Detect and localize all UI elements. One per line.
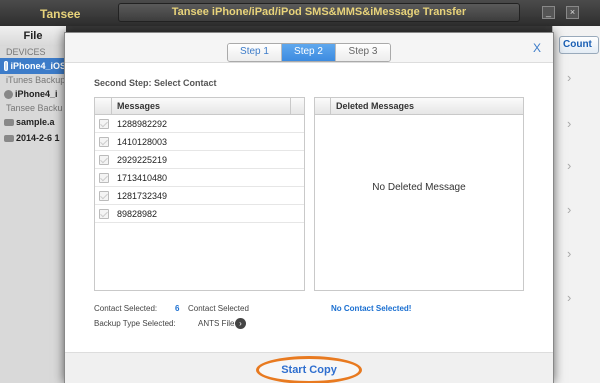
tansee-heading: Tansee Backu	[6, 103, 63, 113]
list-item[interactable]: 1713410480	[95, 169, 304, 187]
sidebar-item-itunes[interactable]: iPhone4_i	[0, 86, 66, 102]
empty-state-text: No Deleted Message	[372, 182, 466, 193]
contact-number: 89828982	[117, 208, 158, 219]
tab-step-3[interactable]: Step 3	[336, 44, 390, 61]
sidebar-item-device[interactable]: iPhone4_iOS	[0, 58, 66, 74]
contact-selected-suffix: Contact Selected	[188, 304, 249, 313]
start-copy-button[interactable]: Start Copy	[256, 356, 362, 383]
contact-selected-count: 6	[175, 304, 180, 313]
list-item[interactable]: 1288982292	[95, 115, 304, 133]
contact-number: 1410128003	[117, 136, 168, 147]
chevron-right-icon[interactable]: ›	[567, 70, 571, 85]
chevron-right-icon[interactable]: ›	[567, 202, 571, 217]
messages-panel: Messages 1288982292 1410128003 292922521…	[94, 97, 305, 291]
app-title: Tansee iPhone/iPad/iPod SMS&MMS&iMessage…	[171, 6, 467, 18]
contact-number: 1713410480	[117, 172, 168, 183]
tab-step-1[interactable]: Step 1	[228, 44, 282, 61]
backup-type-label: Backup Type Selected:	[94, 319, 176, 328]
disk-icon	[4, 134, 14, 142]
list-item[interactable]: 1410128003	[95, 133, 304, 151]
contact-checkbox[interactable]	[99, 208, 109, 219]
itunes-heading: iTunes Backup	[6, 75, 66, 85]
tab-step-2[interactable]: Step 2	[282, 44, 336, 61]
arrow-right-circle-icon[interactable]: ›	[235, 318, 246, 329]
chevron-right-icon[interactable]: ›	[567, 246, 571, 261]
deleted-select-all-checkbox[interactable]	[315, 98, 331, 114]
right-panel: Count › › › › › ›	[552, 26, 600, 383]
contact-checkbox[interactable]	[99, 172, 109, 183]
sidebar-item-backup[interactable]: 2014-2-6 1	[0, 130, 66, 146]
step-tabs: Step 1 Step 2 Step 3	[227, 43, 391, 62]
list-item[interactable]: 1281732349	[95, 187, 304, 205]
minimize-icon[interactable]: _	[542, 6, 555, 19]
sidebar: File DEVICES iPhone4_iOS iTunes Backup i…	[0, 26, 66, 383]
deleted-header: Deleted Messages	[315, 98, 523, 115]
contact-checkbox[interactable]	[99, 118, 109, 129]
dialog-footer: Start Copy	[65, 352, 553, 383]
list-item[interactable]: 2929225219	[95, 151, 304, 169]
select-contact-dialog: Step 1 Step 2 Step 3 X Second Step: Sele…	[64, 32, 554, 383]
contact-number: 2929225219	[117, 154, 168, 165]
backup-label: sample.a	[16, 117, 55, 127]
chevron-right-icon[interactable]: ›	[567, 158, 571, 173]
itunes-icon	[4, 89, 13, 99]
app-titlebar: Tansee Tansee iPhone/iPad/iPod SMS&MMS&i…	[0, 0, 600, 26]
column-resize-handle	[290, 98, 304, 114]
dialog-close-button[interactable]: X	[533, 41, 541, 55]
messages-header: Messages	[95, 98, 304, 115]
disk-icon	[4, 118, 14, 126]
select-all-checkbox[interactable]	[95, 98, 112, 114]
count-button[interactable]: Count	[559, 36, 599, 54]
list-item[interactable]: 89828982	[95, 205, 304, 223]
step-subtitle: Second Step: Select Contact	[94, 78, 217, 88]
itunes-item-label: iPhone4_i	[15, 89, 58, 99]
no-contact-selected-text: No Contact Selected!	[331, 304, 412, 313]
contact-checkbox[interactable]	[99, 136, 109, 147]
chevron-right-icon[interactable]: ›	[567, 116, 571, 131]
dialog-header: Step 1 Step 2 Step 3 X	[65, 33, 553, 63]
phone-icon	[4, 61, 9, 71]
device-name: iPhone4_iOS	[10, 61, 66, 71]
close-icon[interactable]: ×	[566, 6, 579, 19]
contact-checkbox[interactable]	[99, 190, 109, 201]
app-name: Tansee	[40, 7, 81, 21]
app-title-box: Tansee iPhone/iPad/iPod SMS&MMS&iMessage…	[118, 3, 520, 22]
file-menu[interactable]: File	[0, 26, 66, 46]
devices-heading: DEVICES	[6, 47, 46, 57]
contact-checkbox[interactable]	[99, 154, 109, 165]
chevron-right-icon[interactable]: ›	[567, 290, 571, 305]
deleted-messages-panel: Deleted Messages No Deleted Message	[314, 97, 524, 291]
sidebar-item-backup[interactable]: sample.a	[0, 114, 66, 130]
backup-label: 2014-2-6 1	[16, 133, 60, 143]
deleted-header-label: Deleted Messages	[336, 101, 415, 111]
backup-type-value: ANTS File	[198, 319, 235, 328]
contact-number: 1288982292	[117, 118, 168, 129]
contact-number: 1281732349	[117, 190, 168, 201]
contact-selected-label: Contact Selected:	[94, 304, 158, 313]
messages-header-label: Messages	[117, 101, 161, 111]
